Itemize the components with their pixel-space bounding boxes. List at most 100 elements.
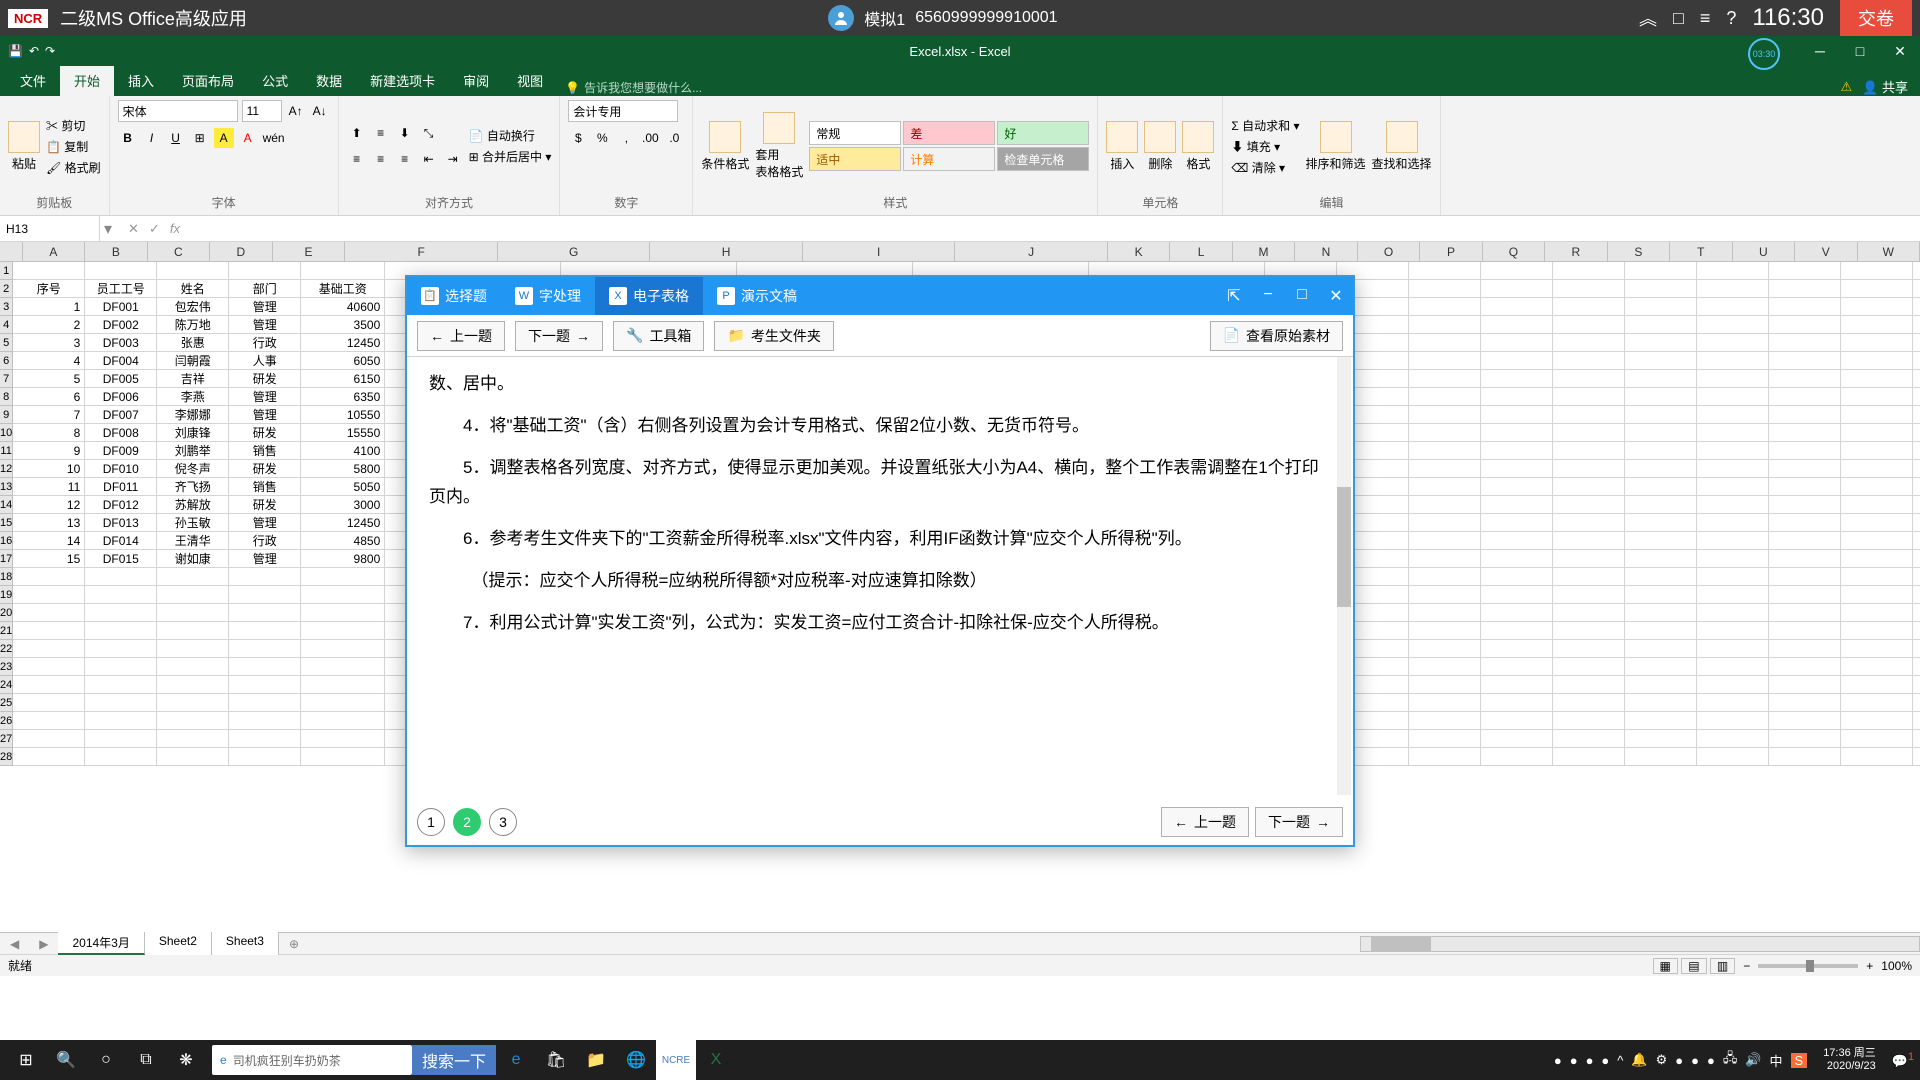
- cell[interactable]: 7: [13, 406, 85, 424]
- tray-icon[interactable]: ●: [1691, 1053, 1699, 1068]
- cell[interactable]: [1769, 694, 1841, 712]
- cell[interactable]: [1769, 748, 1841, 766]
- cell[interactable]: [1913, 370, 1920, 388]
- tray-icon[interactable]: 🔔: [1631, 1052, 1647, 1068]
- cell[interactable]: [1697, 442, 1769, 460]
- cell[interactable]: 6050: [301, 352, 385, 370]
- cell[interactable]: [1913, 298, 1920, 316]
- ribbon-tab-插入[interactable]: 插入: [114, 65, 168, 96]
- cell[interactable]: 8: [13, 424, 85, 442]
- cell[interactable]: [157, 604, 229, 622]
- excel-taskbar-icon[interactable]: X: [696, 1040, 736, 1080]
- cell[interactable]: [1841, 496, 1913, 514]
- cell[interactable]: [1697, 424, 1769, 442]
- row-header[interactable]: 16: [0, 532, 13, 550]
- cell[interactable]: [13, 694, 85, 712]
- row-header[interactable]: 3: [0, 298, 13, 316]
- app-icon[interactable]: ❋: [166, 1040, 206, 1080]
- cell[interactable]: [1553, 730, 1625, 748]
- cell[interactable]: [157, 640, 229, 658]
- window-icon[interactable]: □: [1673, 8, 1684, 29]
- cell[interactable]: [1409, 262, 1481, 280]
- cell[interactable]: [1769, 514, 1841, 532]
- cell[interactable]: 销售: [229, 478, 301, 496]
- column-header[interactable]: W: [1858, 242, 1920, 261]
- cell[interactable]: [1769, 406, 1841, 424]
- cell[interactable]: [1409, 658, 1481, 676]
- maximize-icon[interactable]: □: [1285, 286, 1319, 306]
- cell[interactable]: [1409, 370, 1481, 388]
- cell[interactable]: [1553, 568, 1625, 586]
- fill-color-icon[interactable]: A: [214, 128, 234, 148]
- view-buttons[interactable]: ▦ ▤ ▥: [1653, 959, 1736, 973]
- cell[interactable]: [1697, 550, 1769, 568]
- accept-formula-icon[interactable]: ✓: [149, 221, 160, 237]
- row-header[interactable]: 20: [0, 604, 13, 622]
- page-number-button[interactable]: 2: [453, 808, 481, 836]
- cell[interactable]: [1625, 604, 1697, 622]
- cell[interactable]: [1553, 712, 1625, 730]
- sheet-tab[interactable]: 2014年3月: [58, 932, 144, 955]
- cell[interactable]: [301, 586, 385, 604]
- cell[interactable]: [1409, 280, 1481, 298]
- cell[interactable]: 李娜娜: [157, 406, 229, 424]
- cell[interactable]: [1481, 712, 1553, 730]
- column-header[interactable]: L: [1170, 242, 1232, 261]
- cell[interactable]: 李燕: [157, 388, 229, 406]
- cell[interactable]: 3: [13, 334, 85, 352]
- cell[interactable]: DF001: [85, 298, 157, 316]
- italic-icon[interactable]: I: [142, 128, 162, 148]
- cell[interactable]: [1481, 730, 1553, 748]
- cell[interactable]: [1553, 298, 1625, 316]
- column-header[interactable]: T: [1670, 242, 1732, 261]
- cell[interactable]: [301, 730, 385, 748]
- cell[interactable]: [1409, 514, 1481, 532]
- cell[interactable]: [1841, 262, 1913, 280]
- column-header[interactable]: M: [1233, 242, 1295, 261]
- cell[interactable]: DF007: [85, 406, 157, 424]
- cell[interactable]: [1697, 586, 1769, 604]
- zoom-in-icon[interactable]: +: [1866, 959, 1873, 973]
- start-button[interactable]: ⊞: [6, 1040, 46, 1080]
- cell[interactable]: [1625, 586, 1697, 604]
- sogou-icon[interactable]: S: [1791, 1053, 1808, 1068]
- cell[interactable]: [85, 676, 157, 694]
- cell[interactable]: 包宏伟: [157, 298, 229, 316]
- cell[interactable]: [1841, 514, 1913, 532]
- cell[interactable]: DF006: [85, 388, 157, 406]
- cell[interactable]: [1553, 460, 1625, 478]
- cell[interactable]: [13, 658, 85, 676]
- cell[interactable]: [301, 712, 385, 730]
- cell[interactable]: [229, 712, 301, 730]
- cell[interactable]: 部门: [229, 280, 301, 298]
- cell[interactable]: 行政: [229, 532, 301, 550]
- sheet-tab[interactable]: Sheet2: [145, 932, 212, 955]
- row-header[interactable]: 1: [0, 262, 13, 280]
- cell[interactable]: [1625, 658, 1697, 676]
- cell[interactable]: [1409, 442, 1481, 460]
- cell[interactable]: [1625, 694, 1697, 712]
- tray-icon[interactable]: ⚙: [1656, 1052, 1668, 1068]
- cell[interactable]: 管理: [229, 298, 301, 316]
- row-header[interactable]: 13: [0, 478, 13, 496]
- ime-indicator[interactable]: 中: [1770, 1051, 1783, 1070]
- tray-icon[interactable]: ●: [1601, 1053, 1609, 1068]
- cancel-formula-icon[interactable]: ✕: [128, 221, 139, 237]
- cell[interactable]: [1553, 532, 1625, 550]
- cell[interactable]: 基础工资: [301, 280, 385, 298]
- share-button[interactable]: 👤 共享: [1862, 77, 1908, 96]
- row-header[interactable]: 5: [0, 334, 13, 352]
- row-header[interactable]: 26: [0, 712, 13, 730]
- select-all-corner[interactable]: [0, 242, 23, 261]
- footer-prev-button[interactable]: ← 上一题: [1161, 807, 1249, 837]
- border-icon[interactable]: ⊞: [190, 128, 210, 148]
- cell[interactable]: [1841, 370, 1913, 388]
- increase-decimal-icon[interactable]: .00: [640, 128, 660, 148]
- zoom-level[interactable]: 100%: [1881, 959, 1912, 973]
- cell[interactable]: [1481, 460, 1553, 478]
- zoom-slider[interactable]: [1758, 964, 1858, 968]
- cell[interactable]: [1481, 334, 1553, 352]
- cell[interactable]: 序号: [13, 280, 85, 298]
- cell[interactable]: [1769, 640, 1841, 658]
- currency-icon[interactable]: $: [568, 128, 588, 148]
